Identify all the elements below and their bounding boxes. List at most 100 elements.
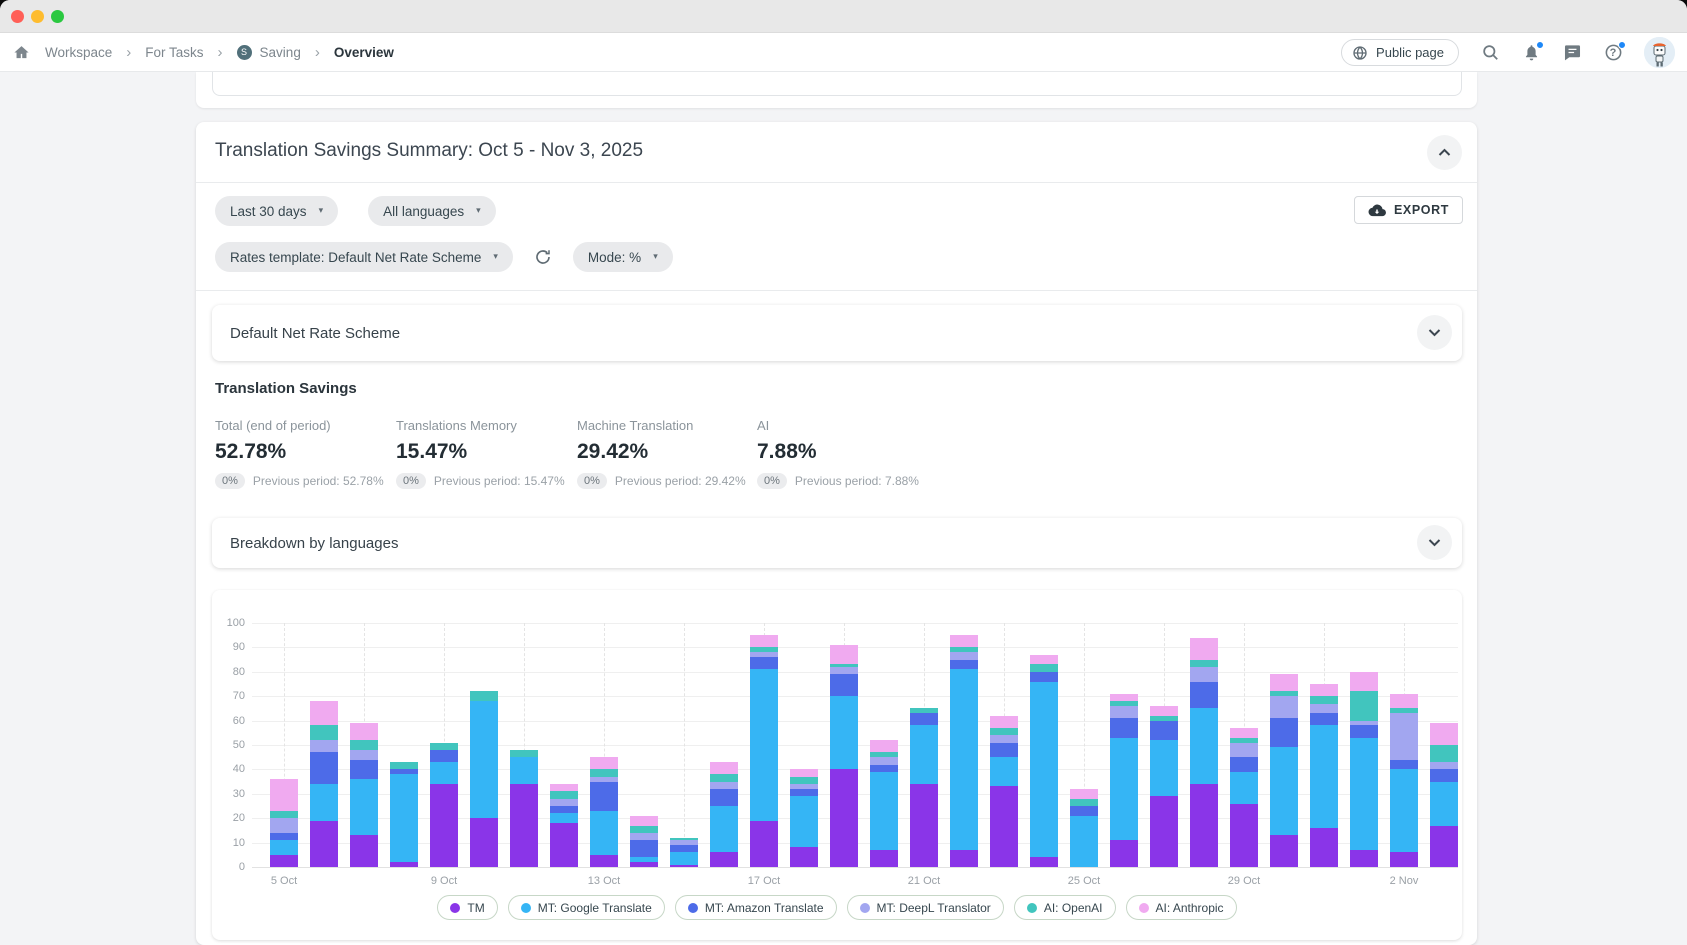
languages-dropdown[interactable]: All languages ▾ bbox=[368, 196, 496, 226]
bar-segment bbox=[1270, 718, 1298, 747]
help-icon[interactable]: ? bbox=[1603, 43, 1623, 63]
bar-segment bbox=[430, 750, 458, 762]
bar-segment bbox=[990, 757, 1018, 786]
stat-total: Total (end of period) 52.78% 0%Previous … bbox=[215, 418, 390, 489]
bar-segment bbox=[1230, 743, 1258, 758]
bar-segment bbox=[1350, 850, 1378, 867]
legend-dot-icon bbox=[1139, 903, 1149, 913]
bar-segment bbox=[1310, 713, 1338, 725]
bar-segment bbox=[550, 813, 578, 823]
window-titlebar bbox=[0, 0, 1687, 33]
bar-segment bbox=[1390, 694, 1418, 709]
breadcrumb-workspace[interactable]: Workspace bbox=[45, 45, 112, 60]
collapse-section-button[interactable] bbox=[1427, 135, 1462, 170]
legend-chip[interactable]: MT: DeepL Translator bbox=[847, 895, 1004, 920]
bar-segment bbox=[630, 857, 658, 862]
bar-segment bbox=[1150, 740, 1178, 796]
refresh-icon[interactable] bbox=[531, 245, 555, 269]
bar-segment bbox=[510, 784, 538, 867]
breakdown-by-languages-card[interactable]: Breakdown by languages bbox=[212, 518, 1462, 568]
breadcrumb-saving[interactable]: Saving bbox=[260, 45, 301, 60]
messages-icon[interactable] bbox=[1562, 43, 1582, 63]
bar-segment bbox=[910, 725, 938, 784]
bar-segment bbox=[550, 784, 578, 791]
notifications-bell-icon[interactable] bbox=[1521, 43, 1541, 63]
chart-legend: TM MT: Google Translate MT: Amazon Transla… bbox=[212, 895, 1462, 920]
bar-segment bbox=[1070, 806, 1098, 816]
breadcrumb-overview: Overview bbox=[334, 45, 394, 60]
chart-plot: 01020304050607080901005 Oct9 Oct13 Oct17… bbox=[252, 623, 1458, 867]
legend-dot-icon bbox=[1027, 903, 1037, 913]
breadcrumb-for-tasks[interactable]: For Tasks bbox=[145, 45, 203, 60]
legend-chip[interactable]: TM bbox=[437, 895, 497, 920]
bar-segment bbox=[1230, 804, 1258, 867]
bar-segment bbox=[1110, 694, 1138, 701]
bar-segment bbox=[710, 762, 738, 774]
bar-segment bbox=[350, 779, 378, 835]
window-minimize-button[interactable] bbox=[31, 10, 44, 23]
x-axis-label: 2 Nov bbox=[1374, 875, 1434, 887]
legend-label: MT: Amazon Translate bbox=[705, 901, 824, 915]
bar-segment bbox=[790, 784, 818, 789]
legend-chip[interactable]: AI: Anthropic bbox=[1126, 895, 1237, 920]
legend-chip[interactable]: AI: OpenAI bbox=[1014, 895, 1116, 920]
export-button[interactable]: EXPORT bbox=[1354, 196, 1463, 224]
bar-segment bbox=[1310, 704, 1338, 714]
app-window: Workspace › For Tasks › S Saving › Overv… bbox=[0, 0, 1687, 945]
bar-segment bbox=[1150, 796, 1178, 867]
bar-segment bbox=[1350, 725, 1378, 737]
stat-tm: Translations Memory 15.47% 0%Previous pe… bbox=[396, 418, 571, 489]
bar-segment bbox=[510, 750, 538, 757]
legend-chip[interactable]: MT: Amazon Translate bbox=[675, 895, 837, 920]
legend-chip[interactable]: MT: Google Translate bbox=[508, 895, 665, 920]
window-close-button[interactable] bbox=[11, 10, 24, 23]
bar-segment bbox=[830, 645, 858, 665]
bar-segment bbox=[270, 811, 298, 818]
expand-breakdown-button[interactable] bbox=[1417, 525, 1452, 560]
window-zoom-button[interactable] bbox=[51, 10, 64, 23]
rate-scheme-card[interactable]: Default Net Rate Scheme bbox=[212, 305, 1462, 361]
bar-segment bbox=[1430, 723, 1458, 745]
rates-template-dropdown[interactable]: Rates template: Default Net Rate Scheme … bbox=[215, 242, 513, 272]
bar-segment bbox=[750, 821, 778, 867]
breadcrumb: Workspace › For Tasks › S Saving › Overv… bbox=[0, 42, 394, 62]
mode-dropdown[interactable]: Mode: % ▾ bbox=[573, 242, 673, 272]
project-badge-icon: S bbox=[237, 45, 252, 60]
bar-segment bbox=[1230, 757, 1258, 772]
bar-segment bbox=[1270, 835, 1298, 867]
delta-badge: 0% bbox=[577, 473, 607, 489]
y-axis-label: 0 bbox=[215, 861, 245, 873]
bar-segment bbox=[430, 762, 458, 784]
globe-icon bbox=[1352, 45, 1368, 61]
savings-chart-card: 01020304050607080901005 Oct9 Oct13 Oct17… bbox=[212, 590, 1462, 940]
home-icon[interactable] bbox=[11, 42, 31, 62]
date-range-dropdown[interactable]: Last 30 days ▾ bbox=[215, 196, 338, 226]
legend-label: TM bbox=[467, 901, 484, 915]
bar-segment bbox=[830, 674, 858, 696]
bar-segment bbox=[1150, 706, 1178, 716]
bar-segment bbox=[1150, 721, 1178, 741]
bar-segment bbox=[590, 777, 618, 782]
avatar[interactable] bbox=[1644, 37, 1675, 68]
chevron-down-icon bbox=[1428, 328, 1441, 337]
bar-segment bbox=[1110, 718, 1138, 738]
bar-segment bbox=[1110, 701, 1138, 706]
bar-segment bbox=[550, 806, 578, 813]
bar-segment bbox=[990, 716, 1018, 728]
bar-segment bbox=[590, 811, 618, 855]
bar-segment bbox=[830, 696, 858, 769]
bar-segment bbox=[630, 816, 658, 826]
page-title: Translation Savings Summary: Oct 5 - Nov… bbox=[215, 140, 643, 162]
bar-segment bbox=[270, 818, 298, 833]
bar-segment bbox=[990, 786, 1018, 867]
divider bbox=[196, 290, 1477, 291]
public-page-button[interactable]: Public page bbox=[1341, 39, 1459, 66]
caret-down-icon: ▾ bbox=[493, 252, 498, 262]
bar-segment bbox=[310, 752, 338, 784]
bar-segment bbox=[390, 769, 418, 774]
bar-segment bbox=[1390, 708, 1418, 713]
bar-segment bbox=[1070, 799, 1098, 806]
bar-segment bbox=[1390, 760, 1418, 770]
search-icon[interactable] bbox=[1480, 43, 1500, 63]
expand-rate-scheme-button[interactable] bbox=[1417, 315, 1452, 350]
